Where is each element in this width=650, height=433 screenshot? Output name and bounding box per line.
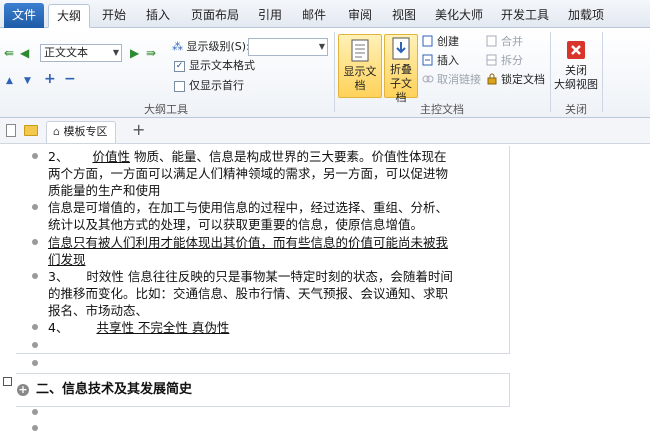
tab-developer[interactable]: 开发工具 — [494, 4, 556, 28]
collapse-subdocuments-button[interactable]: 折叠 子文档 — [384, 34, 418, 104]
split-button[interactable]: 拆分 — [486, 53, 523, 69]
outline-bullet-empty[interactable] — [32, 342, 38, 348]
expand-icon[interactable]: + — [44, 72, 56, 86]
move-down-icon[interactable]: ▼ — [24, 74, 31, 88]
show-level-label: ⁂ 显示级别(S): — [172, 40, 250, 53]
merge-icon — [486, 35, 497, 47]
outline-paragraph-line: 统计以及其他方式的处理，可以获取更重要的信息，使原信息增值。 — [48, 217, 424, 232]
tab-view[interactable]: 视图 — [384, 4, 424, 28]
outline-bullet[interactable] — [32, 324, 38, 330]
outline-tools-group-label: 大纲工具 — [144, 103, 188, 116]
document-tab-strip: ⌂ 模板专区 + — [0, 118, 650, 144]
show-document-button[interactable]: 显示文档 — [338, 34, 382, 98]
insert-icon — [422, 54, 433, 66]
outline-bullet-empty[interactable] — [32, 409, 38, 415]
tab-template-zone[interactable]: ⌂ 模板专区 — [46, 121, 117, 143]
document-area: 2、 价值性 物质、能量、信息是构成世界的三大要素。价值性体现在 两个方面，一方面… — [0, 144, 650, 433]
tab-home[interactable]: 开始 — [94, 4, 134, 28]
first-line-only-label: 仅显示首行 — [189, 79, 244, 92]
group-separator — [602, 32, 603, 112]
collapse-icon[interactable]: − — [64, 72, 76, 86]
show-text-format-checkbox[interactable]: ✓ — [174, 61, 185, 72]
close-group-label: 关闭 — [565, 103, 587, 116]
tab-outline[interactable]: 大纲 — [48, 4, 90, 28]
outline-bullet-empty[interactable] — [32, 425, 38, 431]
expand-heading-icon[interactable]: + — [17, 384, 29, 396]
outline-bullet-empty[interactable] — [32, 360, 38, 366]
promote-icon[interactable]: ◀ — [20, 46, 29, 60]
lock-document-button[interactable]: 锁定文档 — [486, 72, 545, 88]
tab-mailings[interactable]: 邮件 — [294, 4, 334, 28]
outline-paragraph: 信息是可增值的，在加工与使用信息的过程中，经过选择、重组、分析、 — [48, 200, 449, 215]
outline-paragraph-line: 报名、市场动态、 — [48, 303, 149, 318]
group-separator — [334, 32, 335, 112]
first-line-only-checkbox[interactable] — [174, 81, 185, 92]
insert-button[interactable]: 插入 — [422, 53, 459, 69]
show-level-select[interactable]: ▼ — [248, 38, 328, 56]
outline-level-value: 正文文本 — [44, 46, 88, 59]
outline-paragraph: 4、 共享性 不完全性 真伪性 — [48, 320, 230, 335]
unlink-icon — [422, 75, 434, 83]
outline-paragraph-line: 质能量的生产和使用 — [48, 183, 161, 198]
tab-insert[interactable]: 插入 — [138, 4, 178, 28]
master-document-group-label: 主控文档 — [420, 103, 464, 116]
outline-paragraph: 2、 价值性 物质、能量、信息是构成世界的三大要素。价值性体现在 — [48, 149, 447, 164]
close-outline-view-button[interactable]: 关闭 大纲视图 — [554, 34, 598, 98]
outline-heading: 二、信息技术及其发展简史 — [36, 382, 193, 397]
tab-addins[interactable]: 加载项 — [560, 4, 612, 28]
outline-bullet[interactable] — [32, 153, 38, 159]
ribbon-tab-bar: 文件 大纲 开始 插入 页面布局 引用 邮件 审阅 视图 美化大师 开发工具 加… — [0, 0, 650, 28]
merge-button[interactable]: 合并 — [486, 34, 523, 50]
subdocument-icon[interactable] — [3, 377, 12, 386]
tab-file[interactable]: 文件 — [4, 3, 44, 28]
outline-paragraph: 信息只有被人们利用才能体现出其价值，而有些信息的价值可能尚未被我 — [48, 235, 449, 250]
create-button[interactable]: 创建 — [422, 34, 459, 50]
outline-bullet[interactable] — [32, 204, 38, 210]
create-icon — [422, 35, 433, 47]
outline-paragraph-line: 们发现 — [48, 252, 86, 267]
lock-icon — [487, 73, 497, 85]
outline-paragraph: 3、 时效性 信息往往反映的只是事物某一特定时刻的状态，会随着时间 — [48, 269, 453, 284]
promote-to-heading1-icon[interactable]: ⇚ — [4, 46, 14, 60]
move-up-icon[interactable]: ▲ — [6, 74, 13, 88]
tab-page-layout[interactable]: 页面布局 — [184, 4, 246, 28]
tab-review[interactable]: 审阅 — [340, 4, 380, 28]
home-icon: ⌂ — [53, 125, 60, 138]
tab-references[interactable]: 引用 — [250, 4, 290, 28]
ribbon: ⇚ ◀ 正文文本 ▼ ▶ ⇛ ▲ ▼ + − ⁂ 显示级别(S): ▼ ✓ 显示… — [0, 28, 650, 118]
folder-icon[interactable] — [24, 125, 38, 136]
show-text-format-label: 显示文本格式 — [189, 59, 255, 72]
outline-paragraph-line: 的推移而变化。比如：交通信息、股市行情、天气预报、会议通知、求职 — [48, 286, 449, 301]
group-separator — [550, 32, 551, 112]
outline-level-select[interactable]: 正文文本 ▼ — [40, 44, 122, 62]
document-icon — [351, 39, 369, 62]
collapse-document-icon — [392, 37, 410, 60]
outline-bullet[interactable] — [32, 239, 38, 245]
chevron-down-icon: ▼ — [112, 48, 119, 57]
chevron-down-icon: ▼ — [318, 42, 325, 51]
close-icon — [567, 41, 585, 59]
unlink-button[interactable]: 取消链接 — [422, 72, 481, 88]
demote-icon[interactable]: ▶ — [130, 46, 139, 60]
outline-bullet[interactable] — [32, 273, 38, 279]
split-icon — [486, 54, 497, 66]
new-document-icon[interactable] — [6, 124, 16, 137]
outline-paragraph-line: 两个方面，一方面可以满足人们精神领域的需求，另一方面，可以促进物 — [48, 166, 449, 181]
show-level-icon: ⁂ — [172, 40, 183, 53]
demote-to-body-icon[interactable]: ⇛ — [146, 46, 156, 60]
new-tab-icon[interactable]: + — [132, 120, 145, 139]
tab-beautify-master[interactable]: 美化大师 — [428, 4, 490, 28]
